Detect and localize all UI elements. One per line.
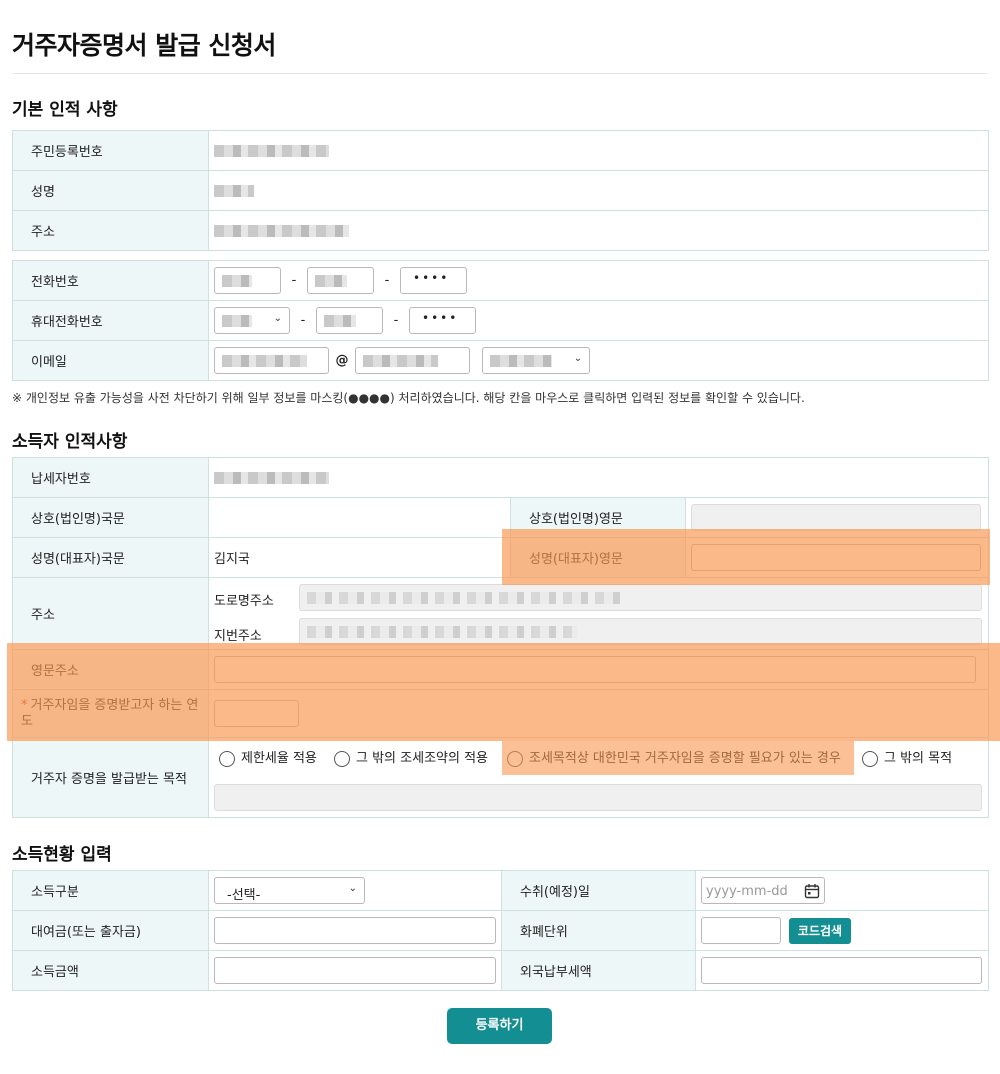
radio-icon bbox=[507, 750, 523, 767]
income-address-label: 주소 bbox=[12, 577, 209, 650]
mobile-prefix-select[interactable]: ⌄ bbox=[214, 307, 290, 334]
phone-last-input[interactable]: •••• bbox=[400, 267, 467, 294]
receipt-date-input[interactable]: yyyy-mm-dd bbox=[701, 877, 825, 904]
masked-taxpayer-no bbox=[214, 471, 329, 484]
radio-icon bbox=[334, 750, 350, 767]
purpose-option-2[interactable]: 그 밖의 조세조약의 적용 bbox=[334, 747, 488, 767]
calendar-icon[interactable] bbox=[804, 883, 820, 899]
email-at-sign: @ bbox=[335, 353, 349, 368]
company-ko-label: 상호(법인명)국문 bbox=[12, 497, 209, 538]
required-mark: * bbox=[21, 697, 28, 713]
year-label-cell: * 거주자임을 증명받고자 하는 연도 bbox=[12, 689, 209, 738]
currency-input[interactable] bbox=[701, 917, 781, 944]
income-address-fields: 도로명주소 지번주소 bbox=[207, 577, 990, 650]
email-domain-input[interactable] bbox=[355, 347, 470, 374]
chevron-down-icon: ⌄ bbox=[348, 883, 357, 894]
name-value bbox=[208, 170, 989, 211]
year-label: 거주자임을 증명받고자 하는 연도 bbox=[21, 697, 199, 729]
road-addr-label: 도로명주소 bbox=[214, 594, 274, 609]
address-value bbox=[208, 210, 989, 251]
road-addr-input[interactable] bbox=[299, 584, 982, 611]
rep-ko-value: 김지국 bbox=[208, 537, 511, 578]
phone-middle-input[interactable] bbox=[307, 267, 374, 294]
email-id-input[interactable] bbox=[214, 347, 329, 374]
phone-dash-2: - bbox=[384, 273, 390, 288]
chevron-down-icon: ⌄ bbox=[573, 353, 583, 364]
income-person-table: 납세자번호 상호(법인명)국문 상호(법인명)영문 성명(대표자)국문 김지국 … bbox=[12, 457, 990, 818]
section-title-income-person: 소득자 인적사항 bbox=[12, 432, 128, 452]
rep-en-label: 성명(대표자)영문 bbox=[510, 537, 686, 578]
name-label: 성명 bbox=[12, 170, 209, 211]
page-title: 거주자증명서 발급 신청서 bbox=[12, 31, 276, 60]
mobile-dash-2: - bbox=[393, 313, 399, 328]
title-divider bbox=[12, 73, 988, 74]
basic-info-table: 주민등록번호 성명 주소 bbox=[12, 130, 989, 251]
resident-no-value bbox=[208, 130, 989, 171]
taxpayer-no-label: 납세자번호 bbox=[12, 457, 209, 498]
amount-label: 소득금액 bbox=[12, 950, 209, 991]
radio-icon bbox=[219, 750, 235, 767]
mobile-fields: ⌄ - - •••• bbox=[208, 300, 989, 341]
rep-en-input[interactable] bbox=[691, 544, 981, 571]
phone-dash-1: - bbox=[291, 273, 297, 288]
taxpayer-no-value bbox=[207, 457, 990, 498]
foreign-tax-input[interactable] bbox=[701, 957, 982, 984]
mobile-middle-input[interactable] bbox=[316, 307, 383, 334]
currency-label: 화폐단위 bbox=[501, 910, 696, 951]
income-type-select[interactable]: -선택- ⌄ bbox=[214, 877, 365, 904]
submit-button[interactable]: 등록하기 bbox=[447, 1008, 552, 1044]
purpose-other-input[interactable] bbox=[214, 784, 982, 811]
loan-label: 대여금(또는 출자금) bbox=[12, 910, 209, 951]
section-title-basic: 기본 인적 사항 bbox=[12, 100, 118, 120]
company-en-label: 상호(법인명)영문 bbox=[510, 497, 686, 538]
lot-addr-input[interactable] bbox=[299, 618, 982, 645]
mobile-last-input[interactable]: •••• bbox=[409, 307, 476, 334]
loan-input[interactable] bbox=[214, 917, 496, 944]
en-addr-label: 영문주소 bbox=[12, 649, 209, 690]
mask-notice: ※ 개인정보 유출 가능성을 사전 차단하기 위해 일부 정보를 마스킹(●●●… bbox=[12, 391, 805, 405]
section-title-income-status: 소득현황 입력 bbox=[12, 845, 112, 865]
radio-icon bbox=[862, 750, 878, 767]
phone-fields: - - •••• bbox=[208, 260, 989, 301]
rep-ko-label: 성명(대표자)국문 bbox=[12, 537, 209, 578]
year-input[interactable] bbox=[214, 700, 299, 727]
email-label: 이메일 bbox=[12, 340, 209, 381]
masked-address bbox=[214, 224, 349, 237]
chevron-down-icon: ⌄ bbox=[273, 313, 282, 324]
mobile-dash-1: - bbox=[300, 313, 306, 328]
foreign-tax-label: 외국납부세액 bbox=[501, 950, 696, 991]
purpose-option-4[interactable]: 그 밖의 목적 bbox=[862, 747, 952, 767]
purpose-option-3[interactable]: 조세목적상 대한민국 거주자임을 증명할 필요가 있는 경우 bbox=[507, 747, 841, 767]
purpose-option-1[interactable]: 제한세율 적용 bbox=[219, 747, 317, 767]
receipt-date-label: 수취(예정)일 bbox=[501, 870, 696, 911]
email-fields: @ ⌄ bbox=[208, 340, 989, 381]
resident-no-label: 주민등록번호 bbox=[12, 130, 209, 171]
phone-area-input[interactable] bbox=[214, 267, 281, 294]
amount-input[interactable] bbox=[214, 957, 496, 984]
income-type-label: 소득구분 bbox=[12, 870, 209, 911]
masked-resident-no bbox=[214, 144, 329, 157]
masked-name bbox=[214, 184, 254, 197]
lot-addr-label: 지번주소 bbox=[214, 629, 262, 644]
mobile-label: 휴대전화번호 bbox=[12, 300, 209, 341]
en-addr-input[interactable] bbox=[214, 656, 976, 683]
address-label: 주소 bbox=[12, 210, 209, 251]
code-search-button[interactable]: 코드검색 bbox=[789, 918, 851, 944]
phone-label: 전화번호 bbox=[12, 260, 209, 301]
purpose-label: 거주자 증명을 발급받는 목적 bbox=[12, 737, 209, 818]
company-en-input[interactable] bbox=[691, 504, 981, 531]
contact-table: 전화번호 - - •••• 휴대전화번호 ⌄ - - •••• 이메일 @ ⌄ bbox=[12, 260, 989, 381]
email-domain-select[interactable]: ⌄ bbox=[482, 347, 591, 374]
company-ko-value bbox=[208, 497, 511, 538]
